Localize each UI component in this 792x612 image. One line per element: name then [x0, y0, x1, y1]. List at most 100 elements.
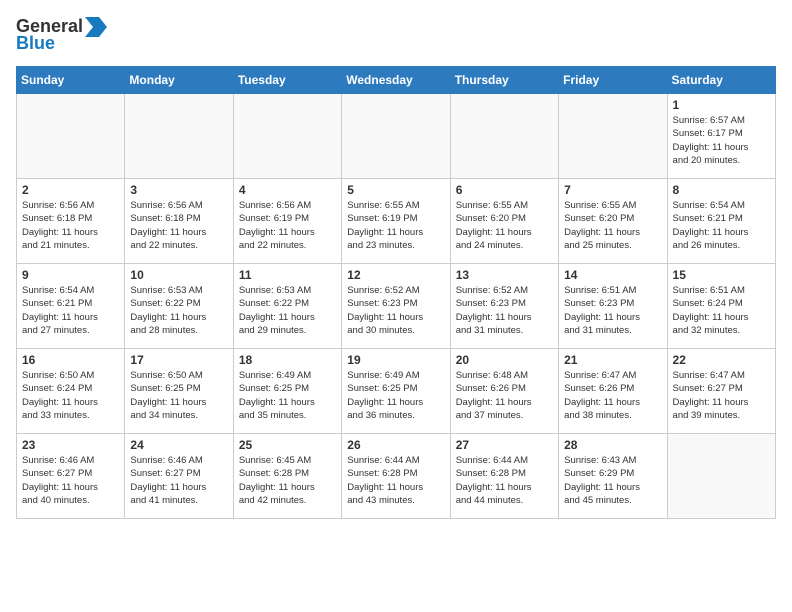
- calendar-cell: 22Sunrise: 6:47 AM Sunset: 6:27 PM Dayli…: [667, 349, 775, 434]
- col-header-tuesday: Tuesday: [233, 67, 341, 94]
- day-number: 17: [130, 353, 227, 367]
- day-number: 7: [564, 183, 661, 197]
- day-number: 10: [130, 268, 227, 282]
- day-info: Sunrise: 6:47 AM Sunset: 6:26 PM Dayligh…: [564, 369, 661, 422]
- col-header-sunday: Sunday: [17, 67, 125, 94]
- calendar-cell: 11 Sunrise: 6:53 AM Sunset: 6:22 PM Dayli…: [233, 264, 341, 349]
- logo-blue: Blue: [16, 33, 55, 54]
- day-number: 6: [456, 183, 553, 197]
- day-number: 4: [239, 183, 336, 197]
- header: General Blue: [16, 16, 776, 54]
- calendar-cell: 24 Sunrise: 6:46 AM Sunset: 6:27 PM Dayli…: [125, 434, 233, 519]
- calendar-cell: 25 Sunrise: 6:45 AM Sunset: 6:28 PM Dayli…: [233, 434, 341, 519]
- day-number: 19: [347, 353, 444, 367]
- calendar-cell: [342, 94, 450, 179]
- calendar-cell: 2Sunrise: 6:56 AM Sunset: 6:18 PM Daylig…: [17, 179, 125, 264]
- calendar-cell: 15 Sunrise: 6:51 AM Sunset: 6:24 PM Dayli…: [667, 264, 775, 349]
- day-number: 18: [239, 353, 336, 367]
- calendar-header-row: SundayMondayTuesdayWednesdayThursdayFrid…: [17, 67, 776, 94]
- day-number: 1: [673, 98, 770, 112]
- calendar-cell: 21 Sunrise: 6:47 AM Sunset: 6:26 PM Dayli…: [559, 349, 667, 434]
- day-number: 15: [673, 268, 770, 282]
- day-info: Sunrise: 6:54 AM Sunset: 6:21 PM Dayligh…: [673, 199, 770, 252]
- day-info: Sunrise: 6:55 AM Sunset: 6:19 PM Dayligh…: [347, 199, 444, 252]
- day-info: Sunrise: 6:56 AM Sunset: 6:18 PM Dayligh…: [130, 199, 227, 252]
- calendar-cell: 26Sunrise: 6:44 AM Sunset: 6:28 PM Dayli…: [342, 434, 450, 519]
- calendar-cell: 23 Sunrise: 6:46 AM Sunset: 6:27 PM Dayli…: [17, 434, 125, 519]
- day-number: 14: [564, 268, 661, 282]
- day-info: Sunrise: 6:52 AM Sunset: 6:23 PM Dayligh…: [347, 284, 444, 337]
- day-number: 11: [239, 268, 336, 282]
- day-number: 28: [564, 438, 661, 452]
- calendar-cell: 27 Sunrise: 6:44 AM Sunset: 6:28 PM Dayli…: [450, 434, 558, 519]
- day-number: 23: [22, 438, 119, 452]
- calendar-cell: 6 Sunrise: 6:55 AM Sunset: 6:20 PM Daylig…: [450, 179, 558, 264]
- day-number: 3: [130, 183, 227, 197]
- calendar-cell: 4 Sunrise: 6:56 AM Sunset: 6:19 PM Daylig…: [233, 179, 341, 264]
- day-info: Sunrise: 6:53 AM Sunset: 6:22 PM Dayligh…: [130, 284, 227, 337]
- calendar-cell: 18 Sunrise: 6:49 AM Sunset: 6:25 PM Dayli…: [233, 349, 341, 434]
- day-number: 25: [239, 438, 336, 452]
- day-number: 5: [347, 183, 444, 197]
- day-info: Sunrise: 6:55 AM Sunset: 6:20 PM Dayligh…: [564, 199, 661, 252]
- calendar: SundayMondayTuesdayWednesdayThursdayFrid…: [16, 66, 776, 519]
- calendar-cell: 10 Sunrise: 6:53 AM Sunset: 6:22 PM Dayli…: [125, 264, 233, 349]
- calendar-cell: 14 Sunrise: 6:51 AM Sunset: 6:23 PM Dayli…: [559, 264, 667, 349]
- calendar-cell: [125, 94, 233, 179]
- day-number: 24: [130, 438, 227, 452]
- col-header-monday: Monday: [125, 67, 233, 94]
- day-info: Sunrise: 6:56 AM Sunset: 6:19 PM Dayligh…: [239, 199, 336, 252]
- day-info: Sunrise: 6:50 AM Sunset: 6:25 PM Dayligh…: [130, 369, 227, 422]
- day-number: 27: [456, 438, 553, 452]
- calendar-cell: 28 Sunrise: 6:43 AM Sunset: 6:29 PM Dayli…: [559, 434, 667, 519]
- calendar-cell: 19 Sunrise: 6:49 AM Sunset: 6:25 PM Dayli…: [342, 349, 450, 434]
- calendar-cell: [17, 94, 125, 179]
- col-header-wednesday: Wednesday: [342, 67, 450, 94]
- day-info: Sunrise: 6:54 AM Sunset: 6:21 PM Dayligh…: [22, 284, 119, 337]
- day-info: Sunrise: 6:53 AM Sunset: 6:22 PM Dayligh…: [239, 284, 336, 337]
- day-info: Sunrise: 6:51 AM Sunset: 6:23 PM Dayligh…: [564, 284, 661, 337]
- day-info: Sunrise: 6:46 AM Sunset: 6:27 PM Dayligh…: [130, 454, 227, 507]
- day-number: 16: [22, 353, 119, 367]
- week-row-5: 23 Sunrise: 6:46 AM Sunset: 6:27 PM Dayli…: [17, 434, 776, 519]
- calendar-cell: 17 Sunrise: 6:50 AM Sunset: 6:25 PM Dayli…: [125, 349, 233, 434]
- day-number: 26: [347, 438, 444, 452]
- day-number: 21: [564, 353, 661, 367]
- day-number: 20: [456, 353, 553, 367]
- calendar-cell: 7 Sunrise: 6:55 AM Sunset: 6:20 PM Daylig…: [559, 179, 667, 264]
- calendar-cell: 3 Sunrise: 6:56 AM Sunset: 6:18 PM Daylig…: [125, 179, 233, 264]
- day-info: Sunrise: 6:50 AM Sunset: 6:24 PM Dayligh…: [22, 369, 119, 422]
- day-number: 13: [456, 268, 553, 282]
- day-info: Sunrise: 6:49 AM Sunset: 6:25 PM Dayligh…: [347, 369, 444, 422]
- calendar-cell: 16 Sunrise: 6:50 AM Sunset: 6:24 PM Dayli…: [17, 349, 125, 434]
- day-info: Sunrise: 6:51 AM Sunset: 6:24 PM Dayligh…: [673, 284, 770, 337]
- calendar-cell: [450, 94, 558, 179]
- day-info: Sunrise: 6:56 AM Sunset: 6:18 PM Dayligh…: [22, 199, 119, 252]
- logo-arrow-icon: [85, 17, 107, 37]
- col-header-friday: Friday: [559, 67, 667, 94]
- week-row-2: 2Sunrise: 6:56 AM Sunset: 6:18 PM Daylig…: [17, 179, 776, 264]
- calendar-cell: [233, 94, 341, 179]
- calendar-cell: 5 Sunrise: 6:55 AM Sunset: 6:19 PM Daylig…: [342, 179, 450, 264]
- col-header-saturday: Saturday: [667, 67, 775, 94]
- day-info: Sunrise: 6:49 AM Sunset: 6:25 PM Dayligh…: [239, 369, 336, 422]
- calendar-cell: 12Sunrise: 6:52 AM Sunset: 6:23 PM Dayli…: [342, 264, 450, 349]
- day-number: 9: [22, 268, 119, 282]
- week-row-3: 9 Sunrise: 6:54 AM Sunset: 6:21 PM Daylig…: [17, 264, 776, 349]
- day-info: Sunrise: 6:55 AM Sunset: 6:20 PM Dayligh…: [456, 199, 553, 252]
- day-number: 8: [673, 183, 770, 197]
- day-info: Sunrise: 6:44 AM Sunset: 6:28 PM Dayligh…: [456, 454, 553, 507]
- calendar-cell: 8 Sunrise: 6:54 AM Sunset: 6:21 PM Daylig…: [667, 179, 775, 264]
- day-info: Sunrise: 6:48 AM Sunset: 6:26 PM Dayligh…: [456, 369, 553, 422]
- calendar-cell: 20 Sunrise: 6:48 AM Sunset: 6:26 PM Dayli…: [450, 349, 558, 434]
- logo: General Blue: [16, 16, 107, 54]
- calendar-cell: 13 Sunrise: 6:52 AM Sunset: 6:23 PM Dayli…: [450, 264, 558, 349]
- day-info: Sunrise: 6:57 AM Sunset: 6:17 PM Dayligh…: [673, 114, 770, 167]
- day-info: Sunrise: 6:52 AM Sunset: 6:23 PM Dayligh…: [456, 284, 553, 337]
- day-info: Sunrise: 6:43 AM Sunset: 6:29 PM Dayligh…: [564, 454, 661, 507]
- day-info: Sunrise: 6:47 AM Sunset: 6:27 PM Dayligh…: [673, 369, 770, 422]
- day-info: Sunrise: 6:46 AM Sunset: 6:27 PM Dayligh…: [22, 454, 119, 507]
- week-row-4: 16 Sunrise: 6:50 AM Sunset: 6:24 PM Dayli…: [17, 349, 776, 434]
- day-info: Sunrise: 6:45 AM Sunset: 6:28 PM Dayligh…: [239, 454, 336, 507]
- week-row-1: 1 Sunrise: 6:57 AM Sunset: 6:17 PM Daylig…: [17, 94, 776, 179]
